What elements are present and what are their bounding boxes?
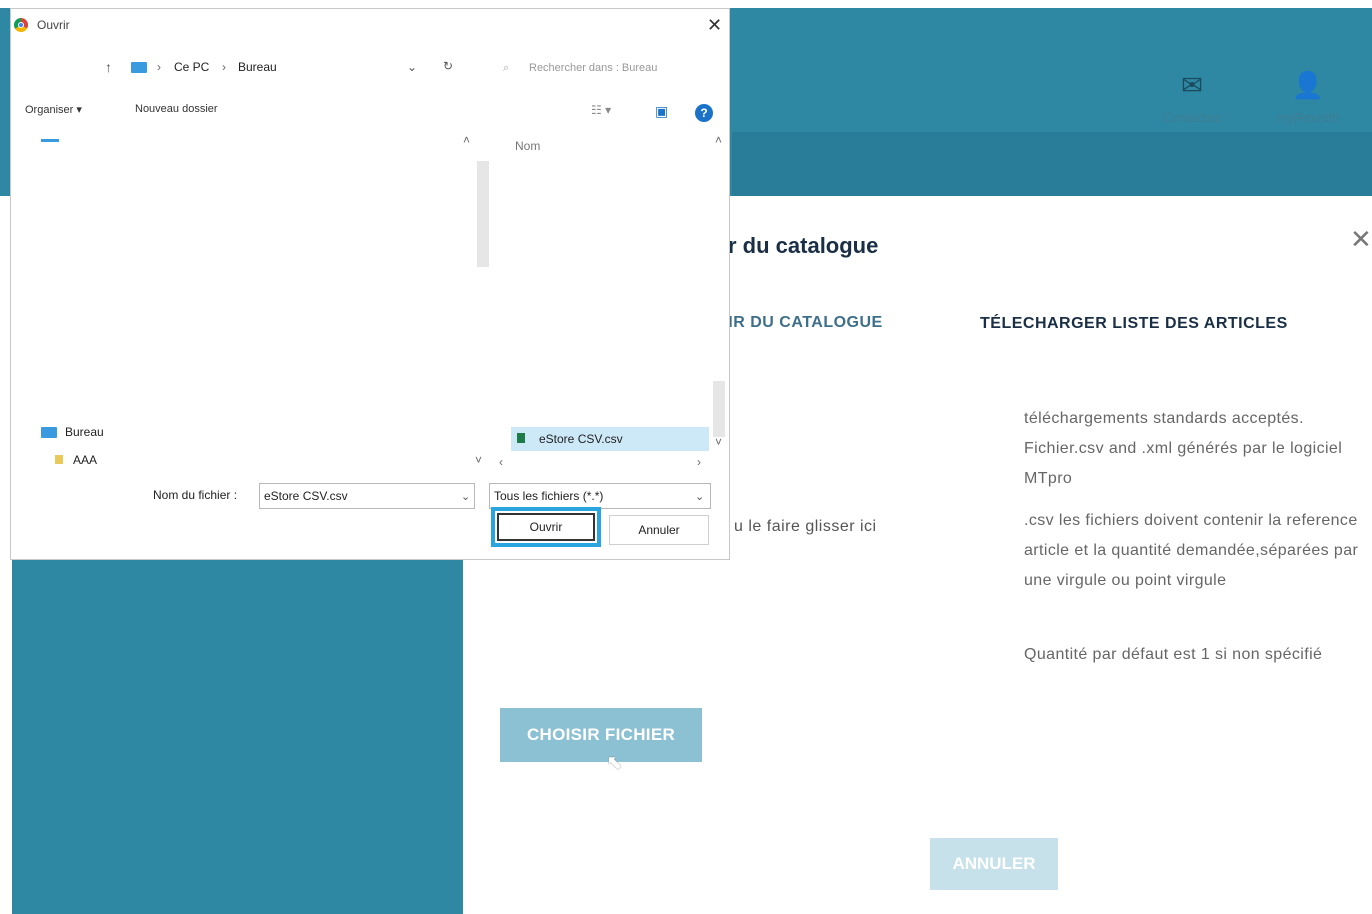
site-nav-bar (732, 132, 1372, 196)
refresh-icon[interactable]: ↻ (443, 59, 453, 73)
desktop-folder-icon (41, 427, 57, 438)
up-arrow-icon[interactable]: ↑ (105, 59, 112, 75)
search-icon: ⌕ (503, 62, 510, 74)
chevron-down-icon[interactable]: ⌄ (407, 60, 417, 74)
folder-icon (55, 455, 63, 464)
filetype-value: Tous les fichiers (*.*) (494, 489, 604, 503)
breadcrumb-separator-icon: › (222, 60, 226, 74)
file-name: eStore CSV.csv (539, 432, 623, 446)
nav-scrollbar[interactable] (477, 161, 489, 267)
scroll-up-icon[interactable]: ˄ (715, 133, 722, 147)
drag-drop-hint: u le faire glisser ici (734, 518, 877, 535)
csv-file-icon (517, 433, 525, 443)
file-open-dialog: Ouvrir ✕ ↑ › Ce PC › Bureau ⌄ ↻ ⌕ Recher… (10, 8, 730, 560)
nav-item-aaa[interactable]: AAA (73, 453, 97, 467)
dialog-cancel-button[interactable]: Annuler (609, 515, 709, 545)
new-folder-button[interactable]: Nouveau dossier (135, 103, 218, 115)
contact-label[interactable]: Contactez (1150, 110, 1234, 125)
preview-pane-icon[interactable]: ▣ (655, 103, 668, 120)
scroll-down-icon[interactable]: ˅ (715, 435, 722, 449)
mouse-cursor-icon: ⬉ (606, 752, 623, 774)
filetype-select[interactable]: Tous les fichiers (*.*) (489, 483, 711, 509)
envelope-icon[interactable]: ✉ (1172, 70, 1212, 101)
files-scrollbar[interactable] (713, 381, 725, 437)
tab-from-catalog[interactable]: TIR DU CATALOGUE (718, 314, 883, 332)
dialog-title: Ouvrir (37, 18, 70, 32)
modal-cancel-button[interactable]: ANNULER (930, 838, 1058, 890)
filename-label: Nom du fichier : (153, 488, 238, 502)
breadcrumb-desktop[interactable]: Bureau (238, 60, 277, 74)
search-input[interactable]: Rechercher dans : Bureau (529, 62, 657, 74)
scroll-down-icon[interactable]: ˅ (475, 453, 482, 467)
scroll-up-icon[interactable]: ˄ (463, 133, 470, 147)
breadcrumb-this-pc[interactable]: Ce PC (174, 60, 209, 74)
pc-folder-icon (131, 62, 147, 73)
modal-title: r du catalogue (728, 233, 879, 258)
dialog-close-icon[interactable]: ✕ (707, 15, 722, 36)
chrome-icon (14, 18, 28, 32)
info-default-quantity: Quantité par défaut est 1 si non spécifi… (1024, 646, 1323, 663)
open-button-highlight[interactable]: Ouvrir (491, 507, 601, 547)
organize-menu[interactable]: Organiser ▾ (25, 103, 82, 116)
tab-upload-article-list[interactable]: TÉLECHARGER LISTE DES ARTICLES (980, 315, 1288, 333)
filename-value: eStore CSV.csv (264, 489, 348, 503)
scroll-left-icon[interactable]: ‹ (499, 455, 503, 469)
view-options-icon[interactable]: ☷ ▾ (591, 103, 611, 117)
chevron-down-icon[interactable]: ⌄ (695, 490, 704, 503)
info-formats: téléchargements standards acceptés. Fich… (1024, 410, 1343, 487)
scroll-right-icon[interactable]: › (697, 455, 701, 469)
left-panel (12, 548, 463, 914)
choose-file-button[interactable]: CHOISIR FICHIER (500, 708, 702, 762)
file-row-selected[interactable]: eStore CSV.csv (511, 427, 709, 451)
close-icon[interactable]: ✕ (1350, 224, 1372, 255)
nav-item-desktop[interactable]: Bureau (65, 425, 104, 439)
help-icon[interactable]: ? (695, 104, 713, 122)
chevron-down-icon[interactable]: ⌄ (461, 490, 470, 503)
filename-input[interactable]: eStore CSV.csv (259, 483, 475, 509)
user-icon[interactable]: 👤 (1288, 70, 1328, 101)
open-button[interactable]: Ouvrir (497, 513, 595, 541)
breadcrumb-separator-icon: › (157, 60, 161, 74)
account-label[interactable]: myRexroth (1266, 110, 1350, 125)
nav-item-partial (41, 139, 59, 142)
column-header-name[interactable]: Nom (515, 139, 540, 153)
info-csv-content: .csv les fichiers doivent contenir la re… (1024, 512, 1359, 589)
